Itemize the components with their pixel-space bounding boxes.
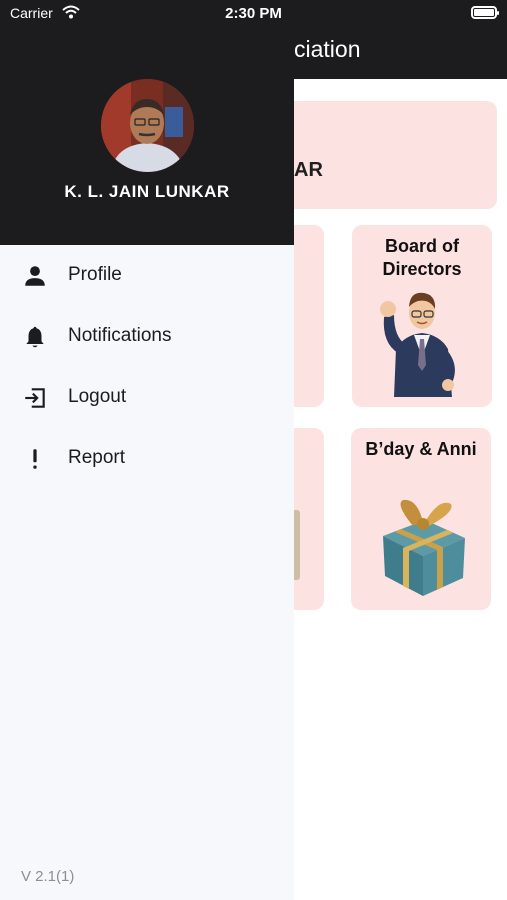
status-bar: Carrier 2:30 PM: [0, 0, 507, 28]
menu-label-logout: Logout: [68, 386, 127, 407]
card-title-line1: Board of: [385, 236, 459, 256]
card-title-line2: Directors: [382, 259, 462, 279]
bell-icon: [26, 326, 44, 348]
businessman-waving-illustration: [380, 292, 455, 397]
menu-item-report[interactable]: Report: [0, 433, 294, 485]
menu-item-notifications[interactable]: Notifications: [0, 311, 294, 363]
side-drawer: K. L. JAIN LUNKAR Profile Notifications …: [0, 0, 294, 900]
app-title: ciation: [294, 36, 361, 62]
birthday-anniversary-card[interactable]: B’day & Anni: [351, 428, 491, 610]
logout-icon: [25, 388, 45, 408]
card-title: B’day & Anni: [365, 439, 477, 459]
menu-item-profile[interactable]: Profile: [0, 250, 294, 302]
menu-label-report: Report: [68, 447, 126, 468]
board-of-directors-card[interactable]: Board of Directors: [352, 225, 492, 407]
menu-label-notifications: Notifications: [68, 325, 172, 346]
banner-text: AR: [294, 159, 323, 181]
menu-item-logout[interactable]: Logout: [0, 372, 294, 424]
clock: 2:30 PM: [225, 5, 282, 22]
avatar[interactable]: [101, 79, 194, 172]
welcome-banner[interactable]: AR: [270, 101, 497, 209]
exclamation-icon: [33, 449, 37, 469]
person-icon: [25, 266, 45, 286]
gift-box-illustration: [383, 499, 465, 596]
user-photo: [101, 79, 194, 172]
user-name: K. L. JAIN LUNKAR: [64, 182, 230, 201]
menu-label-profile: Profile: [68, 264, 122, 285]
app-version: V 2.1(1): [21, 868, 75, 885]
battery-icon: [471, 6, 499, 19]
drawer-header: K. L. JAIN LUNKAR: [0, 0, 294, 245]
